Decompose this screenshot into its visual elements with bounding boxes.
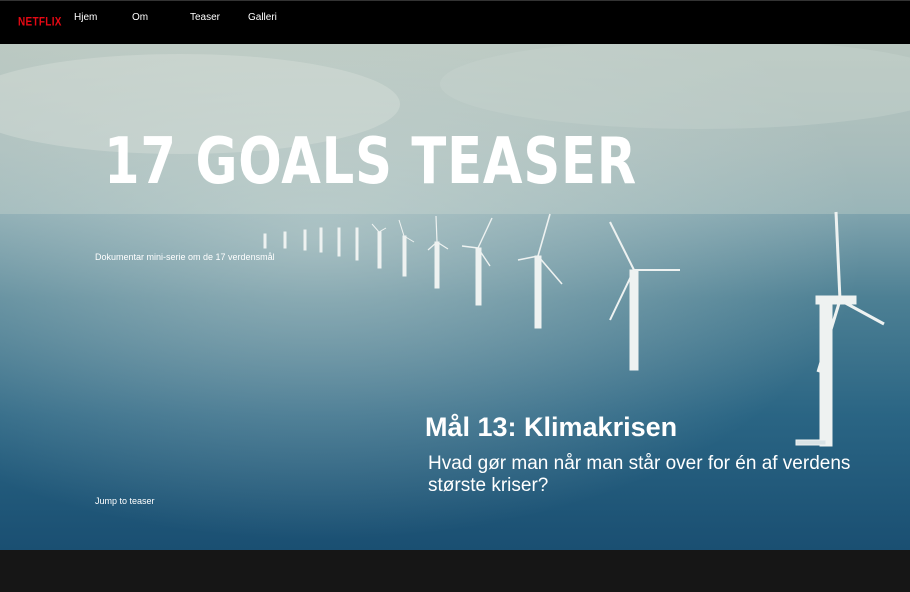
hero-subtitle: Dokumentar mini-serie om de 17 verdensmå… xyxy=(95,252,275,262)
nav-link-galleri[interactable]: Galleri xyxy=(248,12,277,23)
page-title: 17 GOALS TEASER xyxy=(104,125,637,199)
nav-link-teaser[interactable]: Teaser xyxy=(190,12,220,23)
nav-link-hjem[interactable]: Hjem xyxy=(74,12,97,23)
goal-description: Hvad gør man når man står over for én af… xyxy=(428,453,851,496)
top-navbar: NETFLIX Hjem Om Teaser Galleri xyxy=(0,0,910,44)
nav-link-om[interactable]: Om xyxy=(132,12,148,23)
netflix-logo[interactable]: NETFLIX xyxy=(18,16,62,29)
goal-heading: Mål 13: Klimakrisen xyxy=(425,412,678,442)
footer-bar xyxy=(0,550,910,592)
jump-to-teaser-link[interactable]: Jump to teaser xyxy=(95,496,155,506)
hero-section: 17 GOALS TEASER Dokumentar mini-serie om… xyxy=(0,44,910,550)
